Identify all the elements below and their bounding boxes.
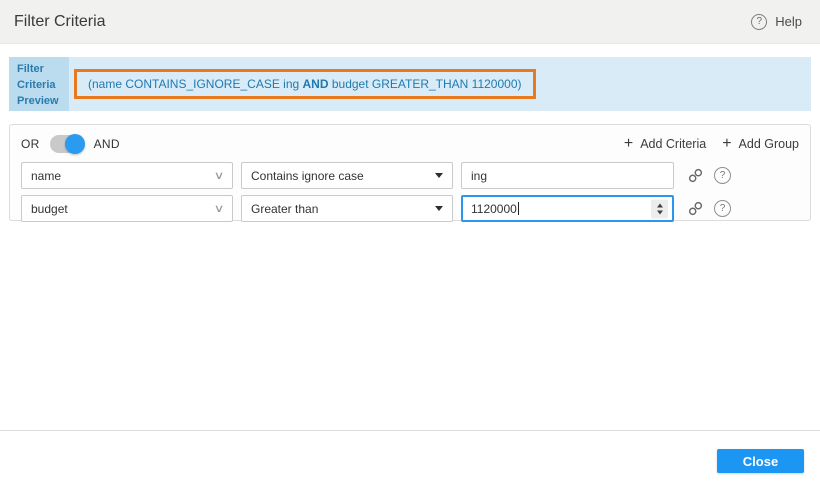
link-criteria-button[interactable] <box>684 168 706 183</box>
or-and-toggle[interactable] <box>50 135 84 153</box>
add-criteria-label: Add Criteria <box>640 137 706 151</box>
page-title: Filter Criteria <box>14 13 106 31</box>
expression-operator: AND <box>303 77 329 91</box>
caret-down-icon <box>435 206 443 211</box>
preview-panel: (name CONTAINS_IGNORE_CASE ing AND budge… <box>69 57 811 111</box>
spinner-up-icon <box>657 203 663 207</box>
footer-divider <box>0 430 820 431</box>
field-select-value: name <box>31 169 61 183</box>
operator-select-value: Greater than <box>251 202 318 216</box>
expression-post: budget GREATER_THAN 1120000) <box>329 77 522 91</box>
field-select-value: budget <box>31 202 68 216</box>
link-criteria-button[interactable] <box>684 201 706 216</box>
preview-label: Filter Criteria Preview <box>9 57 69 111</box>
link-icon <box>688 168 703 183</box>
add-group-label: Add Group <box>739 137 799 151</box>
number-spinner[interactable] <box>651 199 668 218</box>
plus-icon: + <box>722 136 731 152</box>
row-help-button[interactable]: ? <box>714 200 731 217</box>
question-icon: ? <box>714 200 731 217</box>
value-input[interactable]: 1120000 <box>461 195 674 222</box>
field-select[interactable]: name ∨ <box>21 162 233 189</box>
link-icon <box>688 201 703 216</box>
help-label: Help <box>775 14 802 29</box>
add-group-button[interactable]: + Add Group <box>722 136 799 152</box>
spinner-down-icon <box>657 210 663 214</box>
operator-toggle-row: OR AND + Add Criteria + Add Group <box>21 132 799 156</box>
field-select[interactable]: budget ∨ <box>21 195 233 222</box>
text-caret <box>518 202 519 215</box>
help-icon: ? <box>751 14 767 30</box>
chevron-down-icon: ∨ <box>214 202 225 215</box>
filter-criteria-preview: Filter Criteria Preview (name CONTAINS_I… <box>9 57 811 111</box>
help-button[interactable]: ? Help <box>751 14 802 30</box>
close-button[interactable]: Close <box>717 449 804 473</box>
add-criteria-button[interactable]: + Add Criteria <box>624 136 706 152</box>
row-help-button[interactable]: ? <box>714 167 731 184</box>
value-input[interactable]: ing <box>461 162 674 189</box>
caret-down-icon <box>435 173 443 178</box>
question-icon: ? <box>714 167 731 184</box>
toggle-knob-icon <box>65 134 85 154</box>
preview-expression-highlight: (name CONTAINS_IGNORE_CASE ing AND budge… <box>74 69 536 99</box>
criteria-group: OR AND + Add Criteria + Add Group name ∨… <box>9 124 811 221</box>
operator-select[interactable]: Contains ignore case <box>241 162 453 189</box>
plus-icon: + <box>624 136 633 152</box>
value-input-text: 1120000 <box>471 202 517 216</box>
criteria-row: name ∨ Contains ignore case ing ? <box>21 162 799 189</box>
group-actions: + Add Criteria + Add Group <box>624 136 799 152</box>
operator-select[interactable]: Greater than <box>241 195 453 222</box>
criteria-row: budget ∨ Greater than 1120000 ? <box>21 195 799 222</box>
expression-pre: (name CONTAINS_IGNORE_CASE ing <box>88 77 303 91</box>
or-label: OR <box>21 137 40 151</box>
value-input-text: ing <box>471 169 487 183</box>
dialog-header: Filter Criteria ? Help <box>0 0 820 44</box>
and-label: AND <box>94 137 120 151</box>
chevron-down-icon: ∨ <box>214 169 225 182</box>
operator-select-value: Contains ignore case <box>251 169 364 183</box>
